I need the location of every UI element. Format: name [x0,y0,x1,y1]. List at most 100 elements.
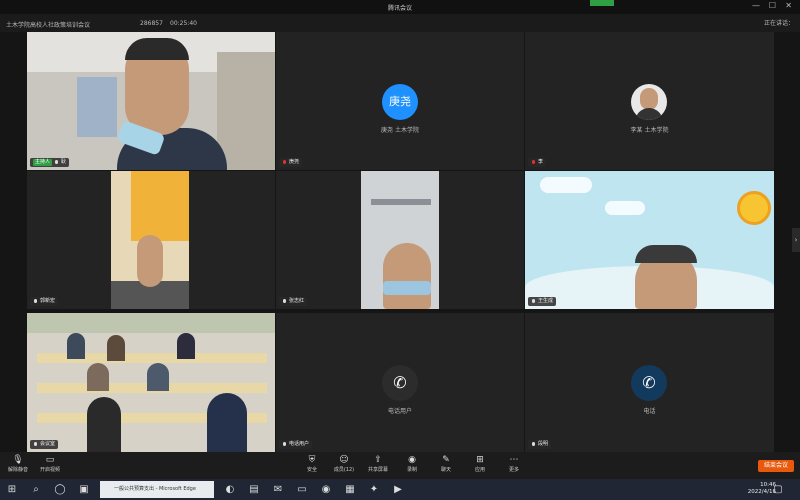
mic-icon [33,441,38,448]
participant-caption: 庚尧 土木学院 [381,127,419,134]
meeting-toolbar: 🎙 解除静音 ▭ 开启视频 ⛨ 安全 ☺ 成员(12) ⇪ 共享屏幕 ◉ 录制 ✎ 聊天 ⊞ 应… [0,452,800,479]
end-meeting-button[interactable]: 结束会议 [758,460,794,472]
cloud-decoration [540,177,592,193]
attendee [147,363,169,391]
avatar-face [640,88,658,110]
mic-icon: 🎙 [12,455,24,465]
person-head [137,235,163,287]
wechat-icon[interactable]: ✦ [366,482,382,497]
person-hair [635,245,697,263]
file-icon[interactable]: ▣ [76,482,92,497]
video-tile-4[interactable]: 郭新宏 [27,171,275,309]
windows-taskbar: ⊞ ⌕ ◯ ▣ 一般公共预算支出 - Microsoft Edge ◐ ▤ ✉ … [0,479,800,500]
video-tile-classroom[interactable]: 会议室 [27,313,275,452]
meeting-timer: 00:25:40 [170,20,197,27]
members-icon: ☺ [339,455,349,465]
doorway [217,52,275,170]
avatar-body [635,108,663,120]
chat-button[interactable]: ✎ 聊天 [428,455,464,473]
face-mask [383,281,431,295]
participant-caption: 电话 [643,408,656,415]
tencent-meeting-icon[interactable]: ▶ [390,482,406,497]
edge-icon[interactable]: ◐ [222,482,238,497]
edge-taskbar-tab[interactable]: 一般公共预算支出 - Microsoft Edge [100,481,214,498]
video-tile-avatar-blue[interactable]: 庚尧 庚尧 土木学院 庚尧 [276,32,524,170]
video-tile-host[interactable]: 主持人 耿 [27,32,275,170]
record-icon: ◉ [408,455,416,465]
video-grid: 主持人 耿 庚尧 庚尧 土木学院 庚尧 李某 土木学院 李 郭新宏 张志红 王生… [0,32,800,452]
attendee [107,335,125,361]
classroom-wall [27,313,275,333]
attendee [207,393,247,452]
mic-icon [531,441,536,448]
more-button[interactable]: ⋯ 更多 [496,455,532,473]
video-feed [361,171,439,309]
share-screen-button[interactable]: ⇪ 共享屏幕 [360,455,396,473]
video-feed [111,171,189,309]
mail-icon[interactable]: ✉ [270,482,286,497]
store-icon[interactable]: ▤ [246,482,262,497]
minimize-button[interactable]: — [752,2,760,10]
record-button[interactable]: ◉ 录制 [394,455,430,473]
name-tag: 郭新宏 [30,297,59,306]
video-tile-phone-1[interactable]: ✆ 电话用户 电话用户 [276,313,524,452]
apps-icon: ⊞ [476,455,484,465]
name-tag: 庚尧 [279,158,303,167]
search-icon[interactable]: ⌕ [28,482,44,497]
name-tag: 段明 [528,440,552,449]
folder-icon[interactable]: ▭ [294,482,310,497]
avatar: 庚尧 [382,84,418,120]
attendee [87,397,121,452]
apps-button[interactable]: ⊞ 应用 [462,455,498,473]
host-badge: 主持人 [33,159,53,166]
mute-button[interactable]: 🎙 解除静音 [0,455,36,473]
meeting-name: 土木学院高校人社政策培训会议 [6,22,91,29]
mic-icon [531,298,536,305]
task-view-icon[interactable]: ◯ [52,482,68,497]
video-tile-6[interactable]: 王生成 [525,171,774,309]
person-head [383,243,431,309]
mic-icon [33,298,38,305]
maximize-button[interactable]: ☐ [769,2,776,10]
attendee [177,333,195,359]
cloud-decoration [605,201,645,215]
meeting-id[interactable]: 286857 [140,20,163,27]
chrome-icon[interactable]: ◉ [318,482,334,497]
photos-icon[interactable]: ▦ [342,482,358,497]
name-tag: 张志红 [279,297,308,306]
window-title: 腾讯会议 [387,5,412,12]
name-tag: 会议室 [30,440,59,449]
participant-caption: 电话用户 [387,408,412,415]
video-button[interactable]: ▭ 开启视频 [32,455,68,473]
video-tile-avatar-photo[interactable]: 李某 土木学院 李 [525,32,774,170]
video-tile-phone-2[interactable]: ✆ 电话 段明 [525,313,774,452]
windows-start-icon[interactable]: ⊞ [4,482,20,497]
camera-icon: ▭ [45,455,55,465]
mic-muted-icon [282,159,287,166]
phone-icon: ✆ [382,365,418,401]
title-bar: 腾讯会议 — ☐ ✕ [0,0,800,14]
share-icon: ⇪ [374,455,382,465]
curtain [131,171,189,241]
chat-icon: ✎ [442,455,450,465]
name-tag: 主持人 耿 [30,158,70,167]
attendee [67,333,85,359]
mic-icon [282,298,287,305]
mic-muted-icon [531,159,536,166]
mic-icon [54,159,59,166]
close-button[interactable]: ✕ [785,2,792,10]
wall-poster [77,77,117,137]
video-tile-5[interactable]: 张志红 [276,171,524,309]
notification-icon[interactable]: ▢ [770,482,786,497]
name-tag: 李 [528,158,547,167]
more-icon: ⋯ [509,455,519,465]
members-button[interactable]: ☺ 成员(12) [326,455,362,473]
ceiling-fan [371,199,431,205]
security-button[interactable]: ⛨ 安全 [294,455,330,473]
shield-icon: ⛨ [308,455,316,465]
chevron-right-icon[interactable]: › [792,228,800,252]
mic-icon [282,441,287,448]
attendee [87,363,109,391]
phone-icon: ✆ [631,365,667,401]
name-tag: 王生成 [528,297,557,306]
